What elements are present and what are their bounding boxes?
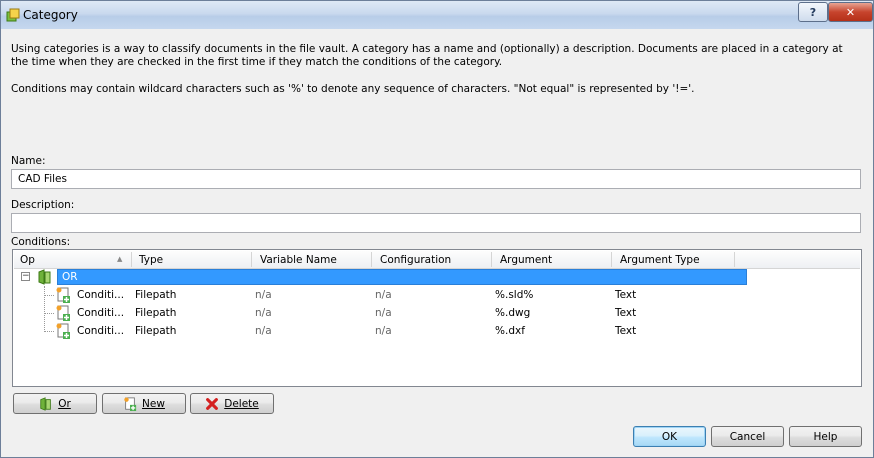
conditions-label: Conditions: bbox=[11, 236, 71, 248]
new-button[interactable]: New bbox=[102, 393, 186, 414]
condition-icon bbox=[55, 323, 71, 342]
op-cell: Conditi... bbox=[77, 307, 125, 319]
column-divider[interactable] bbox=[491, 252, 492, 267]
wildcard-hint: Conditions may contain wildcard characte… bbox=[11, 83, 695, 95]
column-argument-type[interactable]: Argument Type bbox=[620, 254, 700, 266]
new-condition-icon bbox=[123, 396, 137, 411]
cancel-button[interactable]: Cancel bbox=[711, 426, 784, 447]
column-type[interactable]: Type bbox=[139, 254, 163, 266]
column-divider[interactable] bbox=[371, 252, 372, 267]
description-label: Description: bbox=[11, 199, 75, 211]
name-field[interactable]: CAD Files bbox=[11, 169, 861, 189]
selected-row-highlight: OR bbox=[57, 269, 747, 285]
configuration-cell: n/a bbox=[375, 307, 392, 319]
table-row[interactable]: Conditi... Filepath n/a n/a %.sld% Text bbox=[14, 286, 860, 304]
column-divider[interactable] bbox=[131, 252, 132, 267]
sort-arrow-icon: ▲ bbox=[117, 255, 123, 263]
column-op[interactable]: Op bbox=[20, 254, 35, 266]
configuration-cell: n/a bbox=[375, 325, 392, 337]
table-row[interactable]: Conditi... Filepath n/a n/a %.dwg Text bbox=[14, 304, 860, 322]
tree-root-row[interactable]: − OR bbox=[14, 268, 860, 286]
window-title: Category bbox=[23, 8, 78, 22]
category-dialog: Category ? ✕ Using categories is a way t… bbox=[0, 0, 874, 458]
help-button[interactable]: Help bbox=[789, 426, 862, 447]
variable-cell: n/a bbox=[255, 289, 272, 301]
close-button[interactable]: ✕ bbox=[828, 2, 873, 22]
ok-button[interactable]: OK bbox=[633, 426, 706, 447]
intro-text: Using categories is a way to classify do… bbox=[11, 43, 843, 68]
delete-button-label: Delete bbox=[224, 397, 259, 410]
column-variable-name[interactable]: Variable Name bbox=[260, 254, 337, 266]
or-button[interactable]: Or bbox=[13, 393, 97, 414]
argument-cell: %.dwg bbox=[495, 307, 531, 319]
category-icon bbox=[5, 7, 21, 23]
variable-cell: n/a bbox=[255, 325, 272, 337]
title-bar[interactable]: Category ? ✕ bbox=[1, 1, 873, 29]
name-label: Name: bbox=[11, 155, 46, 167]
or-folder-icon bbox=[39, 396, 53, 411]
new-button-label: New bbox=[142, 397, 165, 410]
grid-header: Op ▲ Type Variable Name Configuration Ar… bbox=[14, 251, 860, 269]
column-divider[interactable] bbox=[251, 252, 252, 267]
delete-button[interactable]: Delete bbox=[190, 393, 274, 414]
argument-cell: %.sld% bbox=[495, 289, 534, 301]
op-cell: Conditi... bbox=[77, 289, 125, 301]
argument-cell: %.dxf bbox=[495, 325, 525, 337]
root-label: OR bbox=[62, 271, 78, 283]
column-divider[interactable] bbox=[734, 252, 735, 267]
conditions-grid[interactable]: Op ▲ Type Variable Name Configuration Ar… bbox=[12, 249, 862, 387]
argument-type-cell: Text bbox=[615, 307, 637, 319]
op-cell: Conditi... bbox=[77, 325, 125, 337]
configuration-cell: n/a bbox=[375, 289, 392, 301]
type-cell: Filepath bbox=[135, 325, 177, 337]
column-divider[interactable] bbox=[611, 252, 612, 267]
delete-x-icon bbox=[205, 397, 219, 411]
help-title-button[interactable]: ? bbox=[798, 2, 828, 22]
type-cell: Filepath bbox=[135, 289, 177, 301]
column-configuration[interactable]: Configuration bbox=[380, 254, 451, 266]
or-button-label: Or bbox=[58, 397, 71, 410]
table-row[interactable]: Conditi... Filepath n/a n/a %.dxf Text bbox=[14, 322, 860, 340]
argument-type-cell: Text bbox=[615, 289, 637, 301]
description-field[interactable] bbox=[11, 213, 861, 233]
column-argument[interactable]: Argument bbox=[500, 254, 552, 266]
variable-cell: n/a bbox=[255, 307, 272, 319]
type-cell: Filepath bbox=[135, 307, 177, 319]
collapse-icon[interactable]: − bbox=[21, 272, 30, 281]
argument-type-cell: Text bbox=[615, 325, 637, 337]
